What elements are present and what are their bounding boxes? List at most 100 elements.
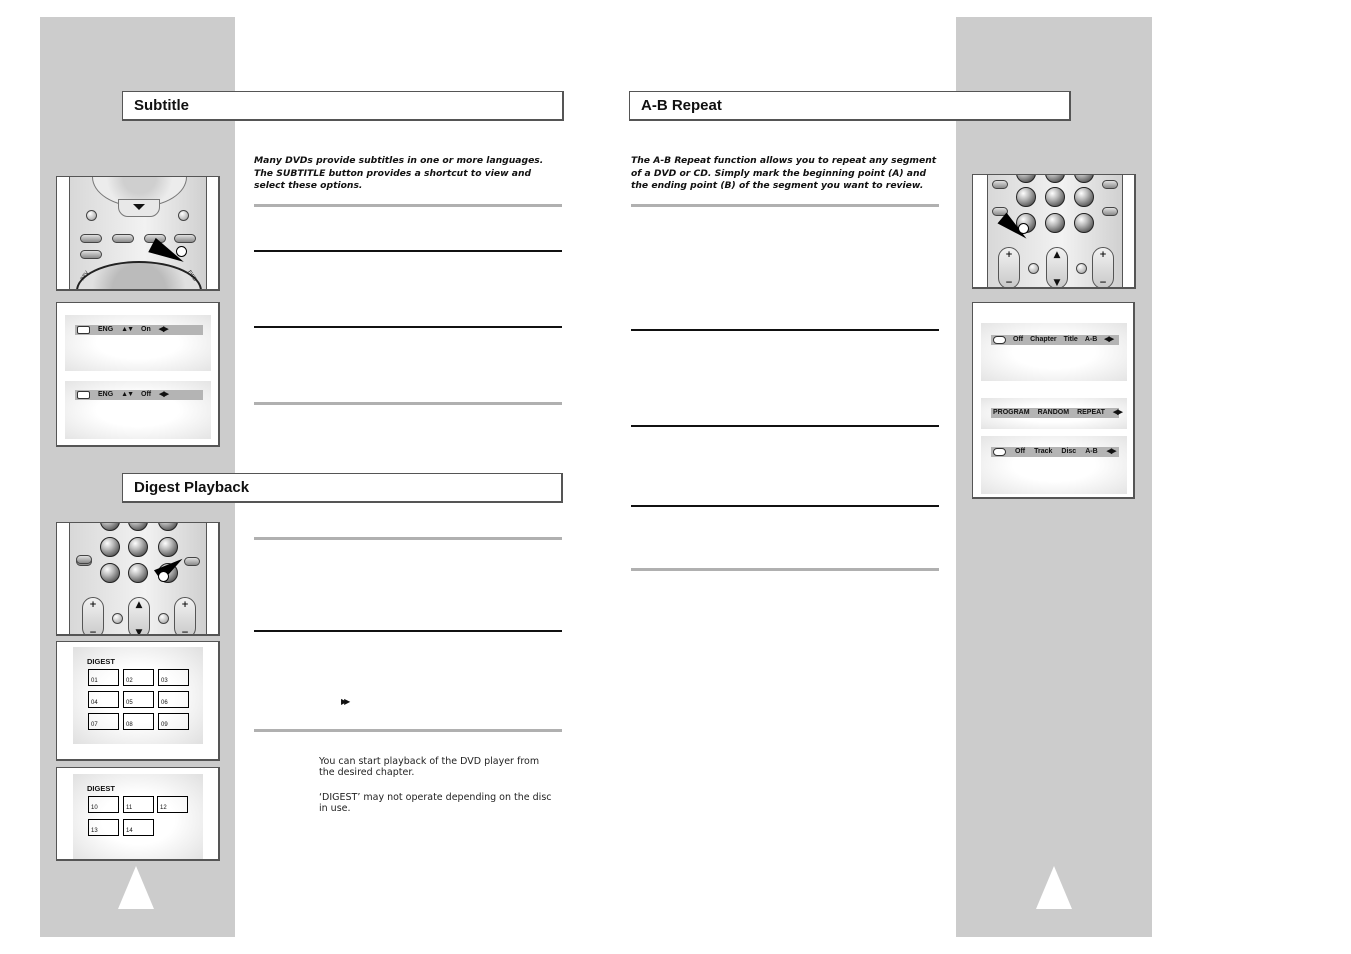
remote-body: REV FWD [69,177,207,289]
divider-gray [254,729,562,732]
subtitle-icon [77,326,90,334]
subtitle-osd-panel: ENG ▲▼ On ◀▶ ENG ▲▼ Off ◀▶ [56,302,220,447]
osd-screen-off: ENG ▲▼ Off ◀▶ [65,381,211,439]
number-button [128,537,148,557]
remote-button [1102,207,1118,216]
ab-repeat-intro-text: The A-B Repeat function allows you to re… [631,155,937,191]
number-button [1074,175,1094,183]
osd-option: REPEAT [1077,409,1105,416]
divider-black [631,425,939,427]
digest-cell[interactable]: 04 [88,691,119,708]
digest-cell[interactable]: 02 [123,669,154,686]
digest-cell[interactable]: 11 [123,796,154,813]
digest-cell[interactable]: 14 [123,819,154,836]
osd-screen-on: ENG ▲▼ On ◀▶ [65,315,211,371]
press-indicator-icon [158,571,169,582]
digest-cell[interactable]: 12 [157,796,188,813]
page-marker-triangle-icon [118,866,154,909]
small-button [1028,263,1039,274]
small-button [158,613,169,624]
volume-rocker: + − [998,247,1020,287]
repeat-icon [993,336,1006,344]
digest-title: DIGEST [87,784,115,793]
number-button [100,563,120,583]
return-button-icon [178,210,189,221]
digest-screen: DIGEST 01 02 03 04 05 06 07 08 09 [73,647,203,744]
remote-button [76,555,92,564]
number-button [1045,187,1065,207]
leftright-arrows-icon: ◀▶ [158,326,169,333]
section-title-digest: Digest Playback [122,473,563,503]
section-title-ab-repeat: A-B Repeat [629,91,1071,121]
osd-option: Track [1034,448,1053,455]
leftright-arrows-icon: ◀▶ [1106,448,1117,455]
remote-body: + − ▲ ▼ + − [69,523,207,634]
section-title-text: Subtitle [134,97,189,114]
osd-option: Disc [1061,448,1077,455]
volume-rocker: + − [1092,247,1114,287]
jog-shuttle [76,261,202,289]
channel-rocker: ▲ ▼ [128,597,150,634]
divider-black [631,329,939,331]
digest-cell[interactable]: 03 [158,669,189,686]
digest-cell[interactable]: 06 [158,691,189,708]
volume-rocker: + − [82,597,104,634]
digest-note-2: ‘DIGEST’ may not operate depending on th… [319,792,552,814]
section-title-text: A-B Repeat [641,97,722,114]
divider-gray [254,204,562,207]
number-button [128,563,148,583]
section-title-subtitle: Subtitle [122,91,564,121]
fast-forward-icon: ▶▶ [341,697,350,706]
subtitle-icon [77,391,90,399]
osd-screen-cd-menu: PROGRAM RANDOM REPEAT ◀▶ [981,398,1127,429]
digest-cell[interactable]: 09 [158,713,189,730]
osd-bar: ENG ▲▼ On ◀▶ [75,325,203,335]
digest-cell[interactable]: 07 [88,713,119,730]
number-button [1045,175,1065,183]
osd-bar: Off Track Disc A-B ◀▶ [991,447,1119,457]
updown-arrows-icon: ▲▼ [121,391,134,398]
remote-button [992,180,1008,189]
number-button [100,537,120,557]
remote-button [112,234,134,243]
number-button [1016,187,1036,207]
down-arrow-icon [133,204,145,210]
number-button [100,523,120,531]
divider-black [254,250,562,252]
number-button [1074,213,1094,233]
small-button [1076,263,1087,274]
osd-bar: ENG ▲▼ Off ◀▶ [75,390,203,400]
digest-title: DIGEST [87,657,115,666]
number-button [158,523,178,531]
divider-black [631,505,939,507]
osd-option: Title [1063,336,1078,343]
osd-screen-cd-repeat: Off Track Disc A-B ◀▶ [981,436,1127,494]
remote-button [1102,180,1118,189]
osd-option: Off [1013,336,1024,343]
subtitle-intro-text: Many DVDs provide subtitles in one or mo… [254,155,544,191]
remote-button [80,250,102,259]
leftright-arrows-icon: ◀▶ [1112,409,1123,416]
osd-value: Off [141,391,152,398]
small-button [112,613,123,624]
osd-value: On [141,326,151,333]
remote-button [174,234,196,243]
digest-screen: DIGEST 10 11 12 13 14 [73,774,203,859]
divider-gray [631,568,939,571]
digest-cell[interactable]: 05 [123,691,154,708]
osd-option: Off [1015,448,1026,455]
digest-cell[interactable]: 10 [88,796,119,813]
number-button [1045,213,1065,233]
leftright-arrows-icon: ◀▶ [159,391,169,398]
digest-cell[interactable]: 01 [88,669,119,686]
osd-bar: PROGRAM RANDOM REPEAT ◀▶ [991,408,1123,418]
ab-repeat-osd-panel: Off Chapter Title A-B ◀▶ PROGRAM RANDOM … [972,302,1135,499]
remote-button [80,234,102,243]
number-button [1016,175,1036,183]
digest-note-1: You can start playback of the DVD player… [319,756,540,778]
digest-cell[interactable]: 13 [88,819,119,836]
page-marker-triangle-icon [1036,866,1072,909]
osd-lang: ENG [98,326,114,333]
digest-cell[interactable]: 08 [123,713,154,730]
divider-gray [254,537,562,540]
